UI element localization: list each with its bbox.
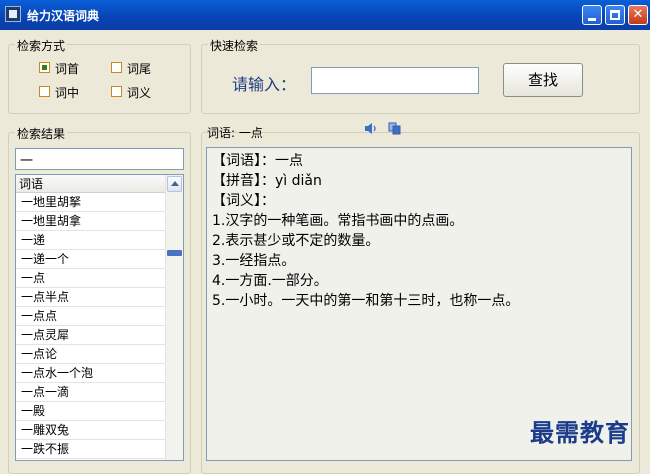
option-meaning-label: 词义 bbox=[127, 86, 152, 100]
definition-line: 4.一方面.一部分。 bbox=[212, 273, 328, 289]
list-item[interactable]: 一点论 bbox=[16, 345, 166, 364]
checkbox-middle[interactable] bbox=[39, 86, 50, 97]
minimize-button[interactable] bbox=[582, 5, 602, 25]
search-mode-label: 检索方式 bbox=[15, 37, 68, 54]
definition-line: 2.表示甚少或不定的数量。 bbox=[212, 233, 380, 249]
results-list[interactable]: 词语 一地里胡拏 一地里胡拿 一递 一递一个 一点 一点半点 一点点 一点灵犀 … bbox=[15, 174, 184, 461]
window-title: 给力汉语词典 bbox=[27, 9, 100, 23]
list-header[interactable]: 词语 bbox=[16, 175, 166, 193]
search-mode-group: 检索方式 bbox=[8, 37, 191, 114]
list-item[interactable]: 一递一个 bbox=[16, 250, 166, 269]
list-item[interactable]: 一点灵犀 bbox=[16, 326, 166, 345]
list-item[interactable]: 一地里胡拿 bbox=[16, 212, 166, 231]
list-item[interactable]: 一雕双兔 bbox=[16, 421, 166, 440]
maximize-button[interactable] bbox=[605, 5, 625, 25]
definition-line: 【词义】： bbox=[212, 193, 275, 209]
list-item[interactable]: 一点 bbox=[16, 269, 166, 288]
detail-heading: 词语: 一点 bbox=[207, 126, 263, 140]
checkbox-meaning[interactable] bbox=[111, 86, 122, 97]
filter-input[interactable] bbox=[15, 148, 184, 170]
definition-line: 【拼音】：yì diǎn bbox=[212, 173, 322, 189]
checkbox-suffix[interactable] bbox=[111, 62, 122, 73]
list-item[interactable]: 一跌不振 bbox=[16, 440, 166, 459]
list-scrollbar[interactable] bbox=[165, 175, 183, 460]
speaker-icon[interactable] bbox=[364, 122, 378, 135]
title-bar: 给力汉语词典 ✕ bbox=[0, 0, 650, 30]
definition-line: 【词语】：一点 bbox=[212, 153, 303, 169]
scroll-up-arrow-icon[interactable] bbox=[167, 176, 182, 192]
list-item[interactable]: 一点一滴 bbox=[16, 383, 166, 402]
close-button[interactable]: ✕ bbox=[628, 5, 648, 25]
definition-line: 1.汉字的一种笔画。常指书画中的点画。 bbox=[212, 213, 464, 229]
results-label: 检索结果 bbox=[15, 125, 68, 142]
search-input[interactable] bbox=[311, 67, 479, 94]
option-suffix-label: 词尾 bbox=[127, 62, 152, 76]
list-item[interactable]: 一点半点 bbox=[16, 288, 166, 307]
option-prefix-label: 词首 bbox=[55, 62, 80, 76]
list-item[interactable]: 一点点 bbox=[16, 307, 166, 326]
search-prompt: 请输入： bbox=[232, 75, 297, 94]
option-middle-label: 词中 bbox=[55, 86, 80, 100]
definition-line: 5.一小时。一天中的第一和第十三时，也称一点。 bbox=[212, 293, 520, 309]
quick-search-label: 快速检索 bbox=[208, 37, 261, 54]
scroll-thumb[interactable] bbox=[167, 250, 182, 256]
copy-icon[interactable] bbox=[388, 122, 401, 135]
find-button[interactable]: 查找 bbox=[503, 63, 583, 97]
list-item[interactable]: 一殿 bbox=[16, 402, 166, 421]
list-item[interactable]: 一点水一个泡 bbox=[16, 364, 166, 383]
definition-line: 3.一经指点。 bbox=[212, 253, 296, 269]
list-item[interactable]: 一递 bbox=[16, 231, 166, 250]
app-icon bbox=[5, 6, 21, 22]
checkbox-prefix[interactable] bbox=[39, 62, 50, 73]
list-item[interactable]: 一地里胡拏 bbox=[16, 193, 166, 212]
watermark-text: 最需教育 bbox=[530, 418, 630, 447]
